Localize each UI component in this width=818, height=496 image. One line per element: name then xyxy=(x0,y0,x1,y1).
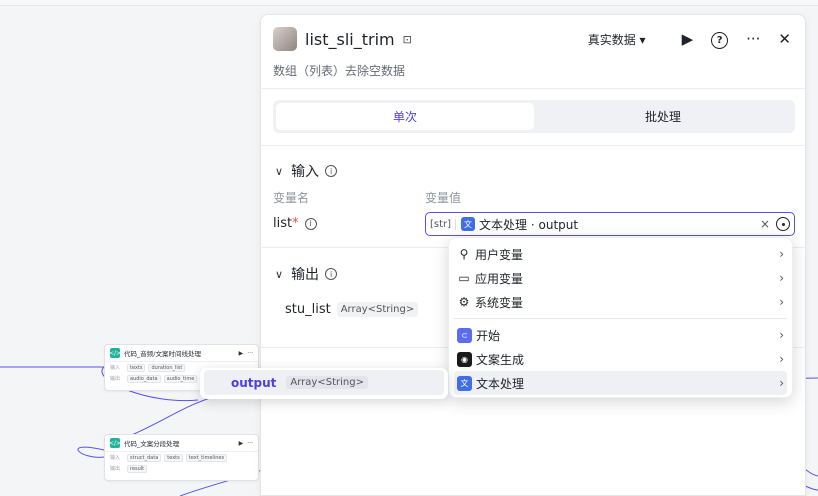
node-input-label: 输入 xyxy=(110,455,121,461)
dropdown-item-user-vars[interactable]: ⚲ 用户变量 › xyxy=(454,242,787,266)
node-output-tag: result xyxy=(127,464,148,473)
node-output-label: 输出 xyxy=(110,376,121,382)
node-input-tag: texts xyxy=(164,453,183,462)
dropdown-item-system-vars[interactable]: ⚙ 系统变量 › xyxy=(454,290,787,314)
output-section-header[interactable]: ∨ 输出 i xyxy=(275,264,338,284)
col-var-value: 变量值 xyxy=(425,191,462,205)
dropdown-item-text-process[interactable]: 文 文本处理 › xyxy=(454,371,787,395)
node-output-tag: audio_time xyxy=(163,374,198,383)
caret-down-icon: ▾ xyxy=(639,32,646,47)
output-var-row: stu_list Array<String> xyxy=(285,302,419,317)
dropdown-item-label: 用户变量 xyxy=(475,247,524,262)
output-flyout: output Array<String> xyxy=(200,368,448,399)
run-icon[interactable]: ▶ xyxy=(682,30,694,48)
more-icon[interactable]: ··· xyxy=(247,440,253,447)
node-input-tag: texts xyxy=(127,363,146,372)
dropdown-separator xyxy=(454,318,787,319)
chevron-right-icon: › xyxy=(779,352,784,366)
code-icon: </> xyxy=(108,438,122,448)
user-icon: ⚲ xyxy=(459,247,469,261)
dropdown-item-label: 开始 xyxy=(476,328,501,343)
gear-icon: ⚙ xyxy=(458,295,470,309)
flyout-var-name: output xyxy=(231,375,277,390)
close-icon[interactable]: ✕ xyxy=(778,30,791,48)
value-type-tag: [str] xyxy=(430,218,457,230)
code-icon: </> xyxy=(108,348,122,358)
data-mode-label: 真实数据 xyxy=(587,32,636,47)
run-icon[interactable]: ▶ xyxy=(239,350,244,357)
target-icon[interactable] xyxy=(776,217,790,231)
var-reference-input[interactable]: [str] 文 文本处理 · output × xyxy=(425,212,795,236)
chevron-down-icon: ∨ xyxy=(275,164,284,178)
chevron-right-icon: › xyxy=(779,328,784,342)
reference-value: 文本处理 · output xyxy=(479,217,579,232)
help-icon[interactable]: ? xyxy=(711,29,729,49)
col-var-name: 变量名 xyxy=(273,191,310,205)
chevron-right-icon: › xyxy=(779,295,784,309)
dropdown-item-app-vars[interactable]: ▭ 应用变量 › xyxy=(454,266,787,290)
dropdown-item-copy-gen[interactable]: ◉ 文案生成 › xyxy=(454,347,787,371)
input-var-name: list * i xyxy=(273,216,317,231)
node-input-tag: text_timelines xyxy=(185,453,228,462)
input-section-title: 输入 xyxy=(291,164,320,180)
dropdown-item-label: 系统变量 xyxy=(475,295,524,310)
code-node-segment[interactable]: </> 代码_文案分段处理 ▶ ··· 输入 struct_data texts… xyxy=(104,434,259,481)
more-icon[interactable]: ··· xyxy=(746,30,760,48)
dropdown-item-start[interactable]: ⊂ 开始 › xyxy=(454,323,787,347)
flyout-var-type: Array<String> xyxy=(286,376,368,389)
panel-title[interactable]: list_sli_trim xyxy=(305,30,395,49)
output-section-title: 输出 xyxy=(291,267,320,283)
info-icon[interactable]: i xyxy=(325,165,338,177)
node-output-label: 输出 xyxy=(110,466,121,472)
llm-node-icon: ◉ xyxy=(457,351,472,367)
output-var-name: stu_list xyxy=(285,302,331,317)
chevron-right-icon: › xyxy=(779,376,784,390)
start-node-icon: ⊂ xyxy=(457,327,472,343)
clear-icon[interactable]: × xyxy=(760,217,770,231)
chevron-down-icon: ∨ xyxy=(275,267,284,281)
flyout-item-output[interactable]: output Array<String> xyxy=(204,370,444,395)
panel-description: 数组（列表）去除空数据 xyxy=(273,64,406,78)
node-input-label: 输入 xyxy=(110,365,121,371)
tab-single[interactable]: 单次 xyxy=(276,103,534,130)
input-section-header[interactable]: ∨ 输入 i xyxy=(275,161,338,181)
chevron-right-icon: › xyxy=(779,247,784,261)
mode-tabs: 单次 批处理 xyxy=(273,100,795,133)
node-title: 代码_音频/文案时间线处理 xyxy=(124,350,201,358)
text-process-icon: 文 xyxy=(461,217,476,231)
run-icon[interactable]: ▶ xyxy=(239,440,244,447)
folder-icon: ▭ xyxy=(458,271,470,285)
node-input-tag: duration_list xyxy=(148,363,186,372)
more-icon[interactable]: ··· xyxy=(247,350,253,357)
edit-icon[interactable]: ⊡ xyxy=(403,33,412,46)
tab-batch[interactable]: 批处理 xyxy=(534,103,792,130)
chevron-right-icon: › xyxy=(779,271,784,285)
required-mark: * xyxy=(292,216,299,231)
node-avatar xyxy=(273,27,297,51)
data-mode-dropdown[interactable]: 真实数据 ▾ xyxy=(588,31,646,48)
node-title: 代码_文案分段处理 xyxy=(124,440,180,448)
output-type-badge: Array<String> xyxy=(336,302,419,317)
divider xyxy=(261,145,807,146)
node-input-tag: struct_data xyxy=(127,453,162,462)
node-output-tag: audio_data xyxy=(127,374,161,383)
text-process-icon: 文 xyxy=(457,375,472,391)
dropdown-item-label: 文本处理 xyxy=(476,376,525,391)
var-name-text: list xyxy=(273,216,293,231)
variable-picker-dropdown: ⚲ 用户变量 › ▭ 应用变量 › ⚙ 系统变量 › ⊂ 开始 › ◉ 文案生成… xyxy=(448,237,793,398)
divider xyxy=(261,88,807,89)
dropdown-item-label: 应用变量 xyxy=(475,271,524,286)
dropdown-item-label: 文案生成 xyxy=(476,352,525,367)
info-icon[interactable]: i xyxy=(325,268,338,280)
info-icon[interactable]: i xyxy=(304,217,317,230)
